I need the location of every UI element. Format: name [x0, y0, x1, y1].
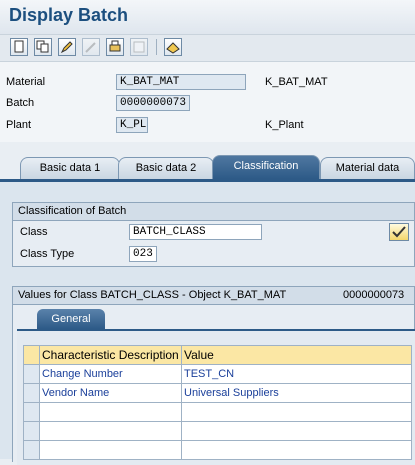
general-tab-content: Characteristic Description Value Change … [17, 329, 415, 465]
row-description [39, 440, 182, 460]
table-row [23, 421, 412, 441]
classification-group-title: Classification of Batch [13, 203, 414, 221]
characteristics-table: Characteristic Description Value Change … [23, 345, 412, 460]
row-selector[interactable] [23, 421, 40, 441]
application-toolbar [0, 34, 415, 62]
row-description [39, 402, 182, 422]
overview-icon [130, 38, 148, 56]
row-description [39, 421, 182, 441]
settings-icon[interactable] [164, 38, 182, 56]
row-description: Change Number [39, 364, 182, 384]
material-field[interactable]: K_BAT_MAT [116, 74, 246, 90]
class-type-field[interactable]: 023 [129, 246, 157, 262]
table-header-row: Characteristic Description Value [23, 345, 412, 365]
tab-strip: Basic data 1 Basic data 2 Classification… [0, 155, 415, 179]
batch-label: Batch [6, 97, 35, 109]
plant-description: K_Plant [265, 119, 304, 131]
tab-material-data[interactable]: Material data [320, 157, 415, 179]
material-description: K_BAT_MAT [265, 76, 328, 88]
column-header-description[interactable]: Characteristic Description [39, 345, 182, 365]
values-group-title: Values for Class BATCH_CLASS - Object K_… [13, 287, 414, 305]
class-type-label: Class Type [20, 248, 75, 260]
row-value-input[interactable] [181, 402, 412, 422]
page-title: Display Batch [9, 5, 129, 25]
row-value-input[interactable]: TEST_CN [181, 364, 412, 384]
edit-pencil-icon[interactable] [58, 38, 76, 56]
tab-classification[interactable]: Classification [212, 155, 320, 179]
batch-field[interactable]: 0000000073 [116, 95, 190, 111]
row-value-input[interactable] [181, 421, 412, 441]
table-row: Vendor Name Universal Suppliers [23, 383, 412, 403]
values-title: Values for Class BATCH_CLASS - Object K_… [18, 289, 287, 301]
row-value-input[interactable]: Universal Suppliers [181, 383, 412, 403]
row-selector[interactable] [23, 402, 40, 422]
tab-general[interactable]: General [37, 309, 105, 329]
toolbar-separator [156, 39, 157, 55]
table-row [23, 440, 412, 460]
values-group: Values for Class BATCH_CLASS - Object K_… [12, 286, 415, 465]
select-all-cell[interactable] [23, 345, 40, 365]
new-document-icon[interactable] [10, 38, 28, 56]
print-icon[interactable] [106, 38, 124, 56]
plant-label: Plant [6, 119, 32, 131]
plant-field[interactable]: K_PL [116, 117, 148, 133]
row-selector[interactable] [23, 440, 40, 460]
material-label: Material [6, 76, 46, 88]
tab-basic-data-2[interactable]: Basic data 2 [118, 157, 214, 179]
row-value-input[interactable] [181, 440, 412, 460]
copy-icon[interactable] [34, 38, 52, 56]
column-header-value[interactable]: Value [181, 345, 412, 365]
row-selector[interactable] [23, 383, 40, 403]
table-row: Change Number TEST_CN [23, 364, 412, 384]
classification-group: Classification of Batch Class BATCH_CLAS… [12, 202, 415, 267]
class-label: Class [20, 226, 48, 238]
row-selector[interactable] [23, 364, 40, 384]
change-icon [82, 38, 100, 56]
table-row [23, 402, 412, 422]
row-description: Vendor Name [39, 383, 182, 403]
tab-content: Classification of Batch Class BATCH_CLAS… [0, 179, 415, 465]
tab-basic-data-1[interactable]: Basic data 1 [20, 157, 120, 179]
check-icon[interactable] [389, 223, 409, 241]
class-field[interactable]: BATCH_CLASS [129, 224, 262, 240]
values-object-number: 0000000073 [343, 289, 405, 301]
